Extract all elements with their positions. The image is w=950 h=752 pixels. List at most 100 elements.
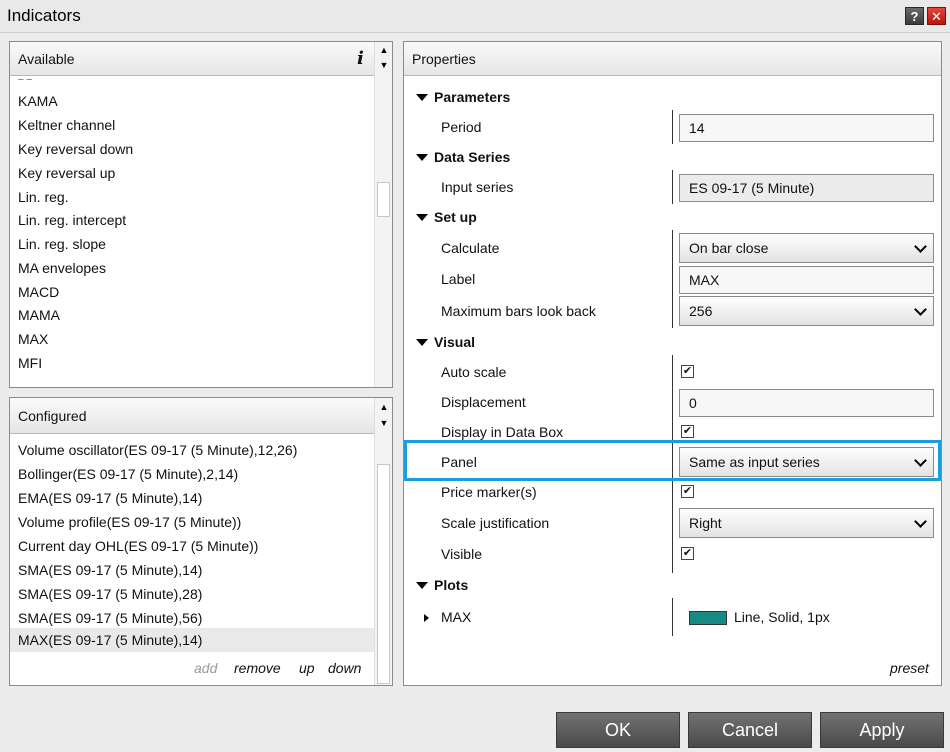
caret-down-icon xyxy=(416,154,428,161)
period-input[interactable]: 14 xyxy=(679,114,934,142)
displacement-input[interactable]: 0 xyxy=(679,389,934,417)
available-header: Available i xyxy=(10,42,374,76)
configured-item[interactable]: Current day OHL(ES 09-17 (5 Minute)) xyxy=(18,538,258,554)
period-label: Period xyxy=(441,119,482,135)
caret-down-icon xyxy=(416,339,428,346)
caret-right-icon[interactable] xyxy=(424,614,429,622)
list-item[interactable]: Key reversal down xyxy=(18,141,133,157)
info-icon[interactable]: i xyxy=(357,48,364,69)
visible-checkbox[interactable]: ✔ xyxy=(681,547,694,560)
label-label: Label xyxy=(441,271,476,287)
title-bar: Indicators ? ✕ xyxy=(0,0,950,33)
properties-panel: Properties Parameters Period 14 Data Ser… xyxy=(403,41,942,686)
auto-scale-checkbox[interactable]: ✔ xyxy=(681,365,694,378)
divider xyxy=(672,110,673,144)
down-link[interactable]: down xyxy=(328,660,361,676)
configured-item[interactable]: SMA(ES 09-17 (5 Minute),14) xyxy=(18,562,202,578)
remove-link[interactable]: remove xyxy=(234,660,281,676)
configured-item[interactable]: SMA(ES 09-17 (5 Minute),56) xyxy=(18,610,202,626)
data-box-checkbox[interactable]: ✔ xyxy=(681,425,694,438)
divider xyxy=(672,170,673,204)
calculate-value: On bar close xyxy=(689,240,769,256)
caret-down-icon xyxy=(416,214,428,221)
input-series-field[interactable]: ES 09-17 (5 Minute) xyxy=(679,174,934,202)
add-link[interactable]: add xyxy=(194,660,217,676)
calculate-select[interactable]: On bar close xyxy=(679,233,934,263)
price-markers-label: Price marker(s) xyxy=(441,484,537,500)
plot-style-value[interactable]: Line, Solid, 1px xyxy=(734,609,830,625)
list-item[interactable]: Lin. reg. slope xyxy=(18,236,106,252)
configured-item[interactable]: Volume oscillator(ES 09-17 (5 Minute),12… xyxy=(18,442,297,458)
auto-scale-label: Auto scale xyxy=(441,364,507,380)
configured-item-selected[interactable]: MAX(ES 09-17 (5 Minute),14) xyxy=(18,632,202,648)
available-scrollbar[interactable]: ▲ ▼ xyxy=(374,42,392,387)
chevron-down-icon xyxy=(914,303,927,316)
list-item[interactable]: MAMA xyxy=(18,307,60,323)
section-label: Data Series xyxy=(434,149,511,165)
caret-down-icon xyxy=(416,582,428,589)
chevron-down-icon xyxy=(914,240,927,253)
configured-scroll-thumb[interactable] xyxy=(377,464,390,684)
scroll-up-icon[interactable]: ▲ xyxy=(378,402,390,412)
configured-title: Configured xyxy=(18,408,87,424)
scale-justification-select[interactable]: Right xyxy=(679,508,934,538)
properties-header: Properties xyxy=(404,42,941,76)
help-button[interactable]: ? xyxy=(905,7,924,25)
available-title: Available xyxy=(18,51,75,67)
configured-header: Configured xyxy=(10,398,374,434)
divider xyxy=(672,230,673,328)
apply-button[interactable]: Apply xyxy=(820,712,944,748)
list-item[interactable]: MAX xyxy=(18,331,48,347)
configured-scrollbar[interactable]: ▲ ▼ xyxy=(374,398,392,685)
configured-item[interactable]: Bollinger(ES 09-17 (5 Minute),2,14) xyxy=(18,466,238,482)
divider xyxy=(672,598,673,636)
list-item[interactable]: MFI xyxy=(18,355,42,371)
partial-item: – – xyxy=(18,74,32,85)
close-button[interactable]: ✕ xyxy=(927,7,946,25)
available-scroll-thumb[interactable] xyxy=(377,182,390,217)
label-input[interactable]: MAX xyxy=(679,266,934,294)
list-item[interactable]: MACD xyxy=(18,284,59,300)
visible-label: Visible xyxy=(441,546,482,562)
configured-item[interactable]: Volume profile(ES 09-17 (5 Minute)) xyxy=(18,514,241,530)
configured-panel: Configured ▲ ▼ Volume oscillator(ES 09-1… xyxy=(9,397,393,686)
list-item[interactable]: Lin. reg. xyxy=(18,189,69,205)
price-markers-checkbox[interactable]: ✔ xyxy=(681,485,694,498)
plot-color-swatch[interactable] xyxy=(689,611,727,625)
configured-item[interactable]: SMA(ES 09-17 (5 Minute),28) xyxy=(18,586,202,602)
properties-title: Properties xyxy=(412,51,476,67)
calculate-label: Calculate xyxy=(441,240,500,256)
list-item[interactable]: KAMA xyxy=(18,93,58,109)
window-title: Indicators xyxy=(7,6,81,25)
scale-justification-label: Scale justification xyxy=(441,515,550,531)
input-series-label: Input series xyxy=(441,179,514,195)
scroll-up-icon[interactable]: ▲ xyxy=(378,45,390,55)
configured-actions: add remove up down xyxy=(10,660,375,680)
list-item[interactable]: Lin. reg. intercept xyxy=(18,212,126,228)
scroll-down-icon[interactable]: ▼ xyxy=(378,60,390,70)
list-item[interactable]: Keltner channel xyxy=(18,117,115,133)
available-panel: Available i ▲ ▼ – – KAMA Keltner channel… xyxy=(9,41,393,388)
cancel-button[interactable]: Cancel xyxy=(688,712,812,748)
configured-item[interactable]: EMA(ES 09-17 (5 Minute),14) xyxy=(18,490,202,506)
list-item[interactable]: Key reversal up xyxy=(18,165,115,181)
chevron-down-icon xyxy=(914,515,927,528)
up-link[interactable]: up xyxy=(299,660,315,676)
displacement-label: Displacement xyxy=(441,394,526,410)
scroll-down-icon[interactable]: ▼ xyxy=(378,418,390,428)
section-label: Set up xyxy=(434,209,477,225)
list-item[interactable]: MA envelopes xyxy=(18,260,106,276)
preset-link[interactable]: preset xyxy=(890,660,929,676)
max-bars-label: Maximum bars look back xyxy=(441,303,596,319)
scale-justification-value: Right xyxy=(689,515,722,531)
caret-down-icon xyxy=(416,94,428,101)
section-label: Parameters xyxy=(434,89,511,105)
max-bars-value: 256 xyxy=(689,303,713,319)
section-label: Visual xyxy=(434,334,475,350)
ok-button[interactable]: OK xyxy=(556,712,680,748)
section-label: Plots xyxy=(434,577,469,593)
plot-max-label: MAX xyxy=(441,609,472,625)
max-bars-select[interactable]: 256 xyxy=(679,296,934,326)
panel-row-highlight xyxy=(404,440,941,481)
data-box-label: Display in Data Box xyxy=(441,424,564,440)
